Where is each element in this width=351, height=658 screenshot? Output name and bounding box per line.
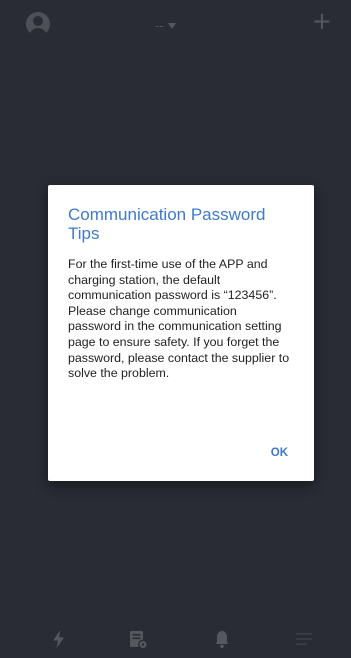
user-avatar-icon[interactable] [26, 12, 50, 36]
plus-icon[interactable]: + [312, 9, 332, 33]
bottom-nav [0, 620, 351, 658]
caret-down-icon [167, 22, 176, 29]
dialog-message: For the first-time use of the APP and ch… [68, 257, 290, 381]
ok-button[interactable]: OK [271, 447, 288, 459]
lightning-icon[interactable] [48, 628, 70, 650]
password-tips-dialog: Communication Password Tips For the firs… [48, 185, 314, 481]
station-selector[interactable]: -- [155, 16, 176, 34]
records-icon[interactable] [127, 628, 149, 650]
dialog-title: Communication Password Tips [68, 205, 266, 243]
station-selector-label: -- [155, 17, 164, 33]
bell-icon[interactable] [211, 628, 233, 650]
menu-icon[interactable] [293, 628, 315, 650]
top-bar: -- + [0, 0, 351, 50]
app-screen: -- + Communication Password Tips For the… [0, 0, 351, 658]
